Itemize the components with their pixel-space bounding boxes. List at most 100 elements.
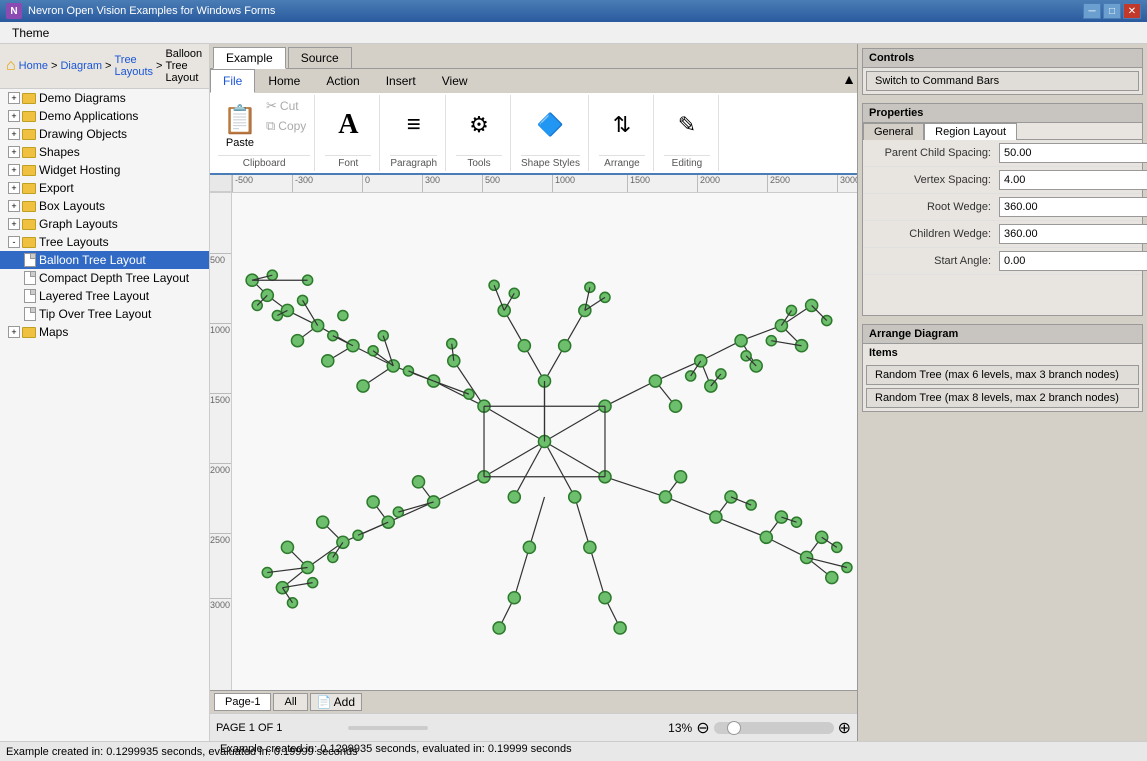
breadcrumb-home[interactable]: Home [19, 60, 48, 72]
page-icon [24, 307, 36, 321]
expand-widget-hosting[interactable]: + [8, 164, 20, 176]
arrange-item-1[interactable]: Random Tree (max 6 levels, max 3 branch … [866, 365, 1139, 385]
tree-item-tree-layouts[interactable]: - Tree Layouts [0, 233, 209, 251]
properties-section: Properties General Region Layout Parent … [862, 103, 1143, 316]
breadcrumb-current: Balloon Tree Layout [165, 48, 203, 84]
tree-item-export[interactable]: + Export [0, 179, 209, 197]
ruler-scale: -500 -300 0 300 500 1000 1500 2000 2500 … [232, 175, 857, 192]
ribbon-tab-action[interactable]: Action [313, 69, 372, 93]
tree-item-tip-over[interactable]: Tip Over Tree Layout [0, 305, 209, 323]
tree-item-drawing-objects[interactable]: + Drawing Objects [0, 125, 209, 143]
tree-item-compact-depth[interactable]: Compact Depth Tree Layout [0, 269, 209, 287]
ribbon-tab-home[interactable]: Home [255, 69, 313, 93]
tree-item-maps[interactable]: + Maps [0, 323, 209, 341]
tree-item-balloon-tree[interactable]: Balloon Tree Layout [0, 251, 209, 269]
expand-demo-diagrams[interactable]: + [8, 92, 20, 104]
prop-row-start-angle: Start Angle: ▲ ▼ [863, 248, 1142, 275]
breadcrumb-sep3: > [156, 60, 162, 72]
ribbon-tab-file[interactable]: File [210, 69, 255, 93]
menu-theme[interactable]: Theme [4, 24, 57, 42]
breadcrumb-diagram[interactable]: Diagram [60, 60, 102, 72]
children-wedge-input[interactable] [999, 224, 1147, 244]
root-wedge-input[interactable] [999, 197, 1147, 217]
ribbon: File Home Action Insert View ▲ 📋 [210, 69, 857, 175]
tools-content: ⚙ [456, 97, 502, 153]
paste-button[interactable]: 📋 Paste [218, 97, 262, 153]
controls-title: Controls [863, 49, 1142, 68]
expand-tree-layouts[interactable]: - [8, 236, 20, 248]
tree-label: Graph Layouts [39, 217, 118, 231]
canvas-wrapper: 500 1000 1500 2000 2500 3000 [210, 193, 857, 690]
maximize-button[interactable]: □ [1103, 3, 1121, 19]
ruler-tick: -500 [232, 175, 253, 192]
expand-drawing-objects[interactable]: + [8, 128, 20, 140]
right-main: Example Source File Home Action Insert V… [210, 44, 1147, 741]
bottom-status: Example created in: 0.1299935 seconds, e… [0, 741, 1147, 761]
cut-button[interactable]: ✂ Cut [262, 97, 310, 115]
props-tab-region-layout[interactable]: Region Layout [924, 123, 1017, 140]
font-label: Font [325, 155, 371, 169]
page-tab-1[interactable]: Page-1 [214, 693, 271, 711]
ribbon-tab-insert[interactable]: Insert [373, 69, 429, 93]
ruler-tick-v: 2500 [210, 533, 231, 545]
diagram-svg [232, 193, 857, 690]
page-icon [24, 253, 36, 267]
example-tab-bar: Example Source [210, 44, 857, 69]
tab-source[interactable]: Source [288, 47, 352, 68]
close-button[interactable]: ✕ [1123, 3, 1141, 19]
font-button[interactable]: A [325, 105, 371, 145]
ribbon-tab-view[interactable]: View [429, 69, 481, 93]
paragraph-button[interactable]: ≡ [391, 105, 437, 145]
tools-button[interactable]: ⚙ [456, 105, 502, 145]
ribbon-group-editing: ✎ Editing [656, 95, 719, 171]
arrange-button[interactable]: ⇅ [599, 105, 645, 145]
vertex-spacing-input[interactable] [999, 170, 1147, 190]
items-label: Items [863, 344, 1142, 362]
controls-section: Controls Switch to Command Bars [862, 48, 1143, 95]
zoom-slider[interactable] [714, 722, 834, 734]
shape-styles-button[interactable]: 🔷 [527, 105, 573, 145]
expand-graph-layouts[interactable]: + [8, 218, 20, 230]
tree-item-graph-layouts[interactable]: + Graph Layouts [0, 215, 209, 233]
tree-item-widget-hosting[interactable]: + Widget Hosting [0, 161, 209, 179]
expand-demo-apps[interactable]: + [8, 110, 20, 122]
minimize-button[interactable]: ─ [1083, 3, 1101, 19]
paragraph-content: ≡ [391, 97, 437, 153]
tree-item-layered-tree[interactable]: Layered Tree Layout [0, 287, 209, 305]
tree-item-demo-apps[interactable]: + Demo Applications [0, 107, 209, 125]
editing-button[interactable]: ✎ [664, 105, 710, 145]
breadcrumb-tree-layouts[interactable]: Tree Layouts [114, 54, 153, 78]
expand-box-layouts[interactable]: + [8, 200, 20, 212]
prop-label: Start Angle: [869, 255, 999, 267]
prop-input-wrap: ▲ ▼ [999, 224, 1147, 244]
font-icon: A [332, 109, 364, 141]
tree-label: Demo Applications [39, 109, 138, 123]
copy-button[interactable]: ⧉ Copy [262, 117, 310, 135]
start-angle-input[interactable] [999, 251, 1147, 271]
switch-command-bars-button[interactable]: Switch to Command Bars [866, 71, 1139, 91]
ruler-tick: 2000 [697, 175, 720, 192]
expand-maps[interactable]: + [8, 326, 20, 338]
tree-item-shapes[interactable]: + Shapes [0, 143, 209, 161]
expand-export[interactable]: + [8, 182, 20, 194]
folder-open-icon [22, 237, 36, 248]
props-tab-general[interactable]: General [863, 123, 924, 140]
zoom-in-icon[interactable]: ⊕ [838, 718, 851, 738]
page-scroll[interactable] [348, 726, 428, 730]
add-page-button[interactable]: 📄 Add [310, 693, 362, 711]
arrange-item-2[interactable]: Random Tree (max 8 levels, max 2 branch … [866, 388, 1139, 408]
ribbon-collapse-button[interactable]: ▲ [841, 71, 857, 87]
tree-item-demo-diagrams[interactable]: + Demo Diagrams [0, 89, 209, 107]
menu-bar: Theme [0, 22, 1147, 44]
app-title: Nevron Open Vision Examples for Windows … [28, 5, 1077, 17]
expand-shapes[interactable]: + [8, 146, 20, 158]
tab-example[interactable]: Example [213, 47, 286, 69]
tree-label: Demo Diagrams [39, 91, 126, 105]
diagram-canvas[interactable] [232, 193, 857, 690]
tree-item-box-layouts[interactable]: + Box Layouts [0, 197, 209, 215]
ribbon-group-tools: ⚙ Tools [448, 95, 511, 171]
editing-label: Editing [664, 155, 710, 169]
zoom-out-icon[interactable]: ⊖ [696, 718, 709, 738]
parent-child-spacing-input[interactable] [999, 143, 1147, 163]
page-tab-all[interactable]: All [273, 693, 307, 711]
